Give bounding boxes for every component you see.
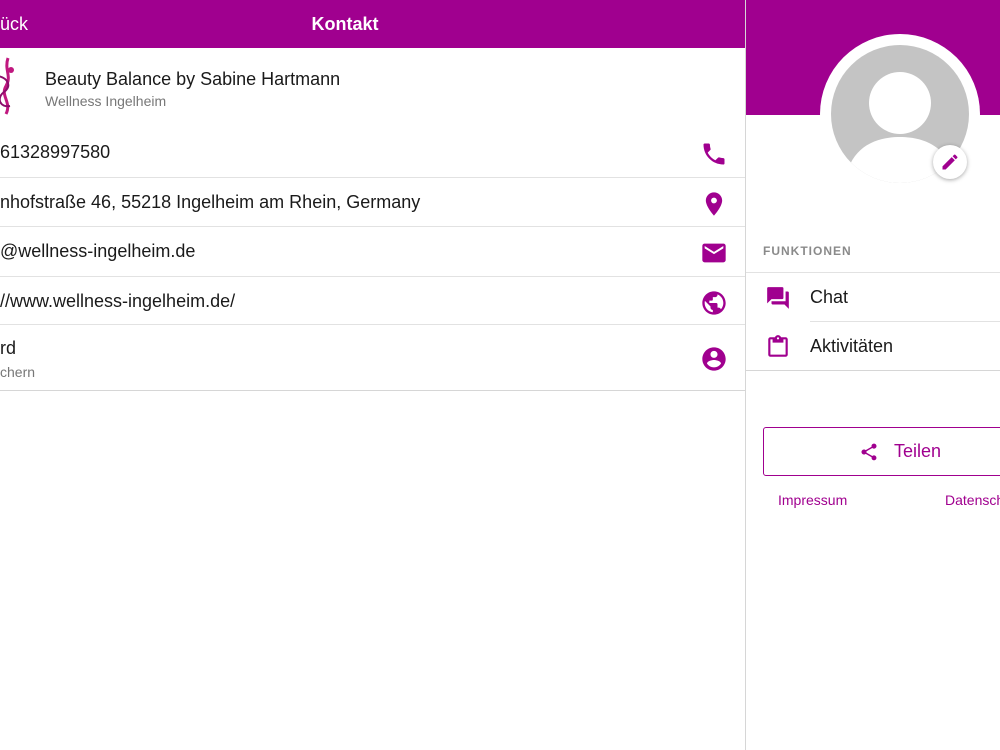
function-item-label: Aktivitäten bbox=[810, 336, 894, 356]
website-url: //www.wellness-ingelheim.de/ bbox=[0, 291, 236, 311]
edit-avatar-button[interactable] bbox=[933, 145, 967, 179]
phone-number: 61328997580 bbox=[0, 142, 111, 162]
envelope-icon[interactable] bbox=[700, 239, 728, 267]
share-button-label: Teilen bbox=[894, 441, 942, 461]
contact-panel: ück Kontakt Beauty Balance by Sabine Har… bbox=[0, 0, 745, 750]
pencil-icon bbox=[942, 154, 958, 170]
vcard-title: rd bbox=[0, 338, 17, 358]
function-item-label: Chat bbox=[810, 287, 849, 307]
phone-row[interactable]: 61328997580 bbox=[0, 128, 745, 177]
share-icon bbox=[861, 443, 877, 461]
clipboard-icon bbox=[768, 335, 788, 357]
website-row[interactable]: //www.wellness-ingelheim.de/ bbox=[0, 276, 745, 325]
share-button[interactable]: Teilen bbox=[763, 427, 1000, 476]
vcard-row[interactable]: rd chern bbox=[0, 324, 745, 391]
email-row[interactable]: @wellness-ingelheim.de bbox=[0, 226, 745, 275]
function-item-activities[interactable]: Aktivitäten bbox=[746, 322, 1000, 371]
business-name: Beauty Balance by Sabine Hartmann bbox=[45, 69, 341, 89]
address-row[interactable]: nhofstraße 46, 55218 Ingelheim am Rhein,… bbox=[0, 177, 745, 226]
vcard-subtitle: chern bbox=[0, 364, 36, 380]
functions-section-title: FUNKTIONEN bbox=[763, 244, 852, 258]
map-pin-icon[interactable] bbox=[700, 190, 728, 218]
function-item-chat[interactable]: Chat bbox=[746, 273, 1000, 322]
imprint-link[interactable]: Impressum bbox=[778, 492, 847, 508]
page-title: Kontakt bbox=[311, 14, 379, 34]
side-panel: FUNKTIONEN Chat Aktivitäten Teilen Impre… bbox=[745, 0, 1000, 750]
phone-icon[interactable] bbox=[700, 140, 728, 168]
email-address: @wellness-ingelheim.de bbox=[0, 241, 196, 261]
account-circle-icon[interactable] bbox=[700, 345, 728, 373]
business-subtitle: Wellness Ingelheim bbox=[45, 93, 167, 109]
chat-icon bbox=[767, 287, 789, 309]
privacy-link[interactable]: Datensch bbox=[945, 492, 1000, 508]
address-text: nhofstraße 46, 55218 Ingelheim am Rhein,… bbox=[0, 192, 421, 212]
globe-icon[interactable] bbox=[700, 289, 728, 317]
business-logo bbox=[0, 57, 14, 115]
business-profile: Beauty Balance by Sabine Hartmann Wellne… bbox=[0, 48, 745, 128]
divider bbox=[746, 370, 1000, 371]
nav-bar: ück Kontakt bbox=[0, 0, 745, 48]
